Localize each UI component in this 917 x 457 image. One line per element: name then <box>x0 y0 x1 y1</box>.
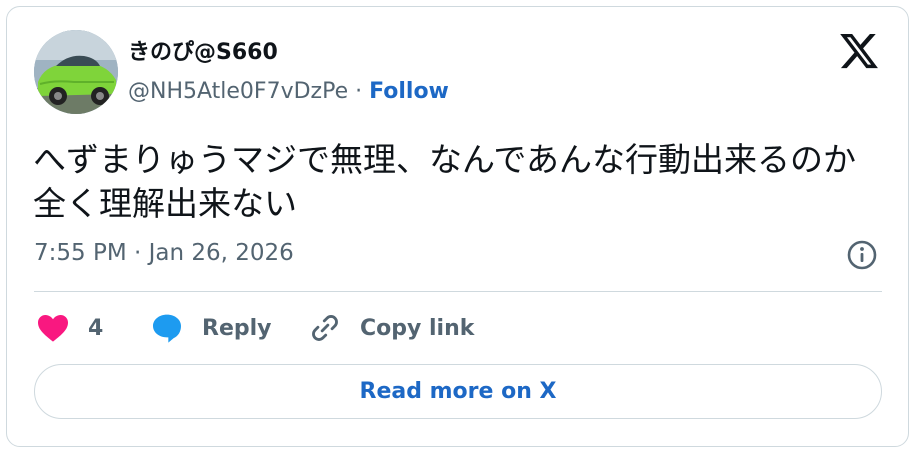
read-more-label: Read more on X <box>359 379 557 404</box>
tweet-text: へずまりゅうマジで無理、なんであんな行動出来るのか全く理解出来ない <box>33 140 857 223</box>
reply-button[interactable]: Reply <box>150 308 272 348</box>
copy-link-button[interactable]: Copy link <box>308 308 474 348</box>
handle-row: @NH5Atle0F7vDzPe · Follow <box>128 79 449 104</box>
divider <box>34 291 882 292</box>
link-icon <box>312 315 338 341</box>
heart-icon <box>38 315 68 342</box>
info-icon[interactable] <box>846 239 878 271</box>
separator-dot: · <box>355 79 363 104</box>
copy-link-label: Copy link <box>360 315 475 341</box>
author-handle[interactable]: @NH5Atle0F7vDzPe <box>128 79 348 104</box>
reply-label: Reply <box>202 315 272 341</box>
avatar[interactable] <box>34 30 118 114</box>
speech-bubble-icon <box>153 314 181 343</box>
follow-button[interactable]: Follow <box>369 79 449 104</box>
x-logo-icon[interactable] <box>838 30 880 72</box>
timestamp[interactable]: 7:55 PM · Jan 26, 2026 <box>34 240 294 266</box>
read-more-button[interactable]: Read more on X <box>34 364 882 419</box>
like-button[interactable]: 4 <box>36 308 103 348</box>
author-name[interactable]: きのぴ@S660 <box>128 34 278 66</box>
like-count: 4 <box>88 315 104 341</box>
